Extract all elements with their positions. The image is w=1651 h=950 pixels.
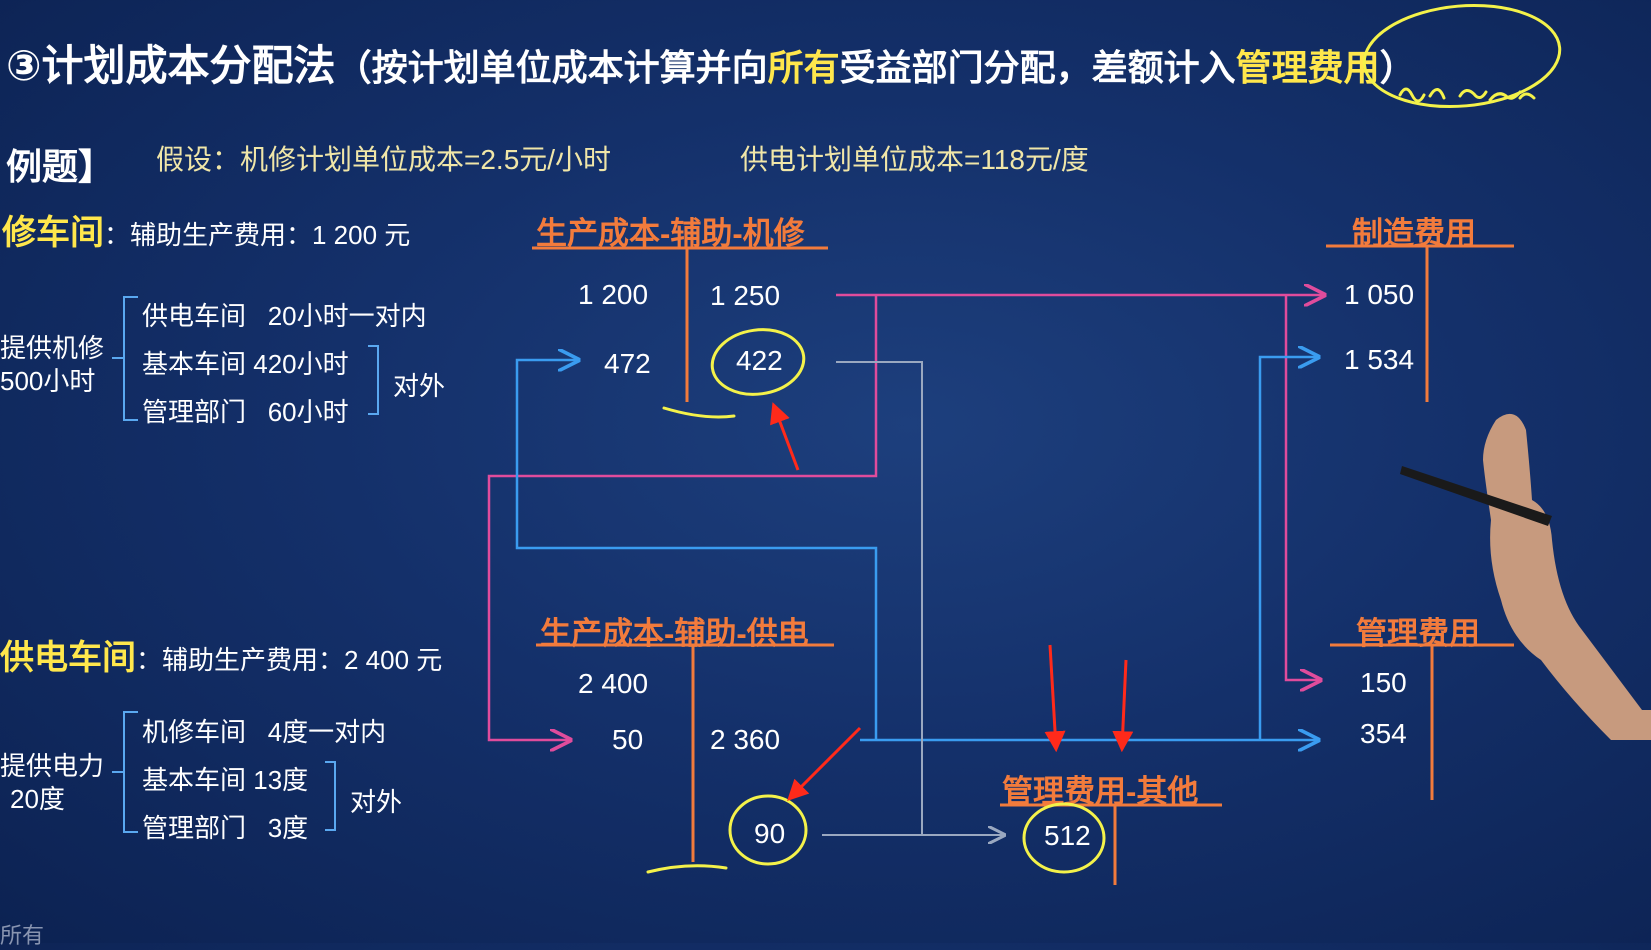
- repair-external-bracket: [368, 345, 379, 415]
- annotation-circle-90: [728, 794, 808, 866]
- power-bracket: [123, 711, 138, 833]
- flow-diagram: [112, 3, 1651, 885]
- repair-bracket: [123, 296, 138, 421]
- red-arrow-admin-1: [1044, 644, 1066, 753]
- flow-repair-diff-to-admin-other: [836, 361, 1004, 835]
- flow-repair-to-power: [487, 295, 878, 740]
- annotation-circle-422: [710, 328, 806, 396]
- flow-power-to-repair: [515, 360, 878, 740]
- flow-repair-to-admin: [1284, 295, 1320, 680]
- annotation-circle-512: [1022, 802, 1106, 874]
- power-external-bracket: [325, 761, 336, 831]
- red-arrow-to-422: [770, 402, 800, 471]
- annotation-underline-472: [662, 406, 736, 419]
- flow-power-to-manufacturing: [1258, 357, 1318, 740]
- red-arrow-to-90: [787, 726, 862, 801]
- annotation-underline-power: [646, 864, 728, 874]
- presenter-hand-image: [1400, 413, 1651, 740]
- red-arrow-admin-2: [1112, 659, 1134, 753]
